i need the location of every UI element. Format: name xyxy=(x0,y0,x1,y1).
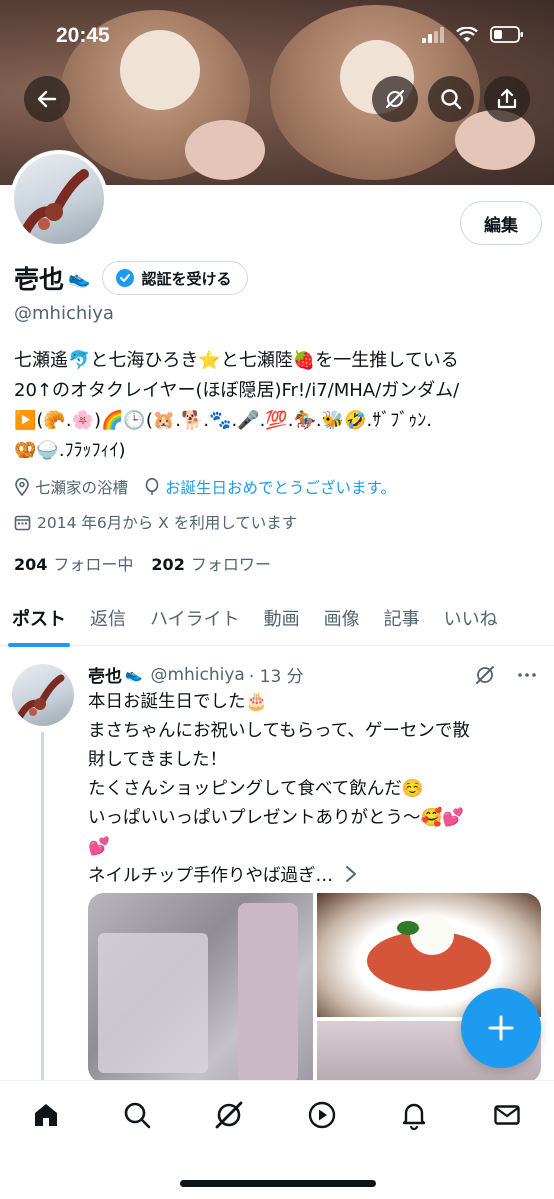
mail-icon xyxy=(494,1105,520,1125)
post-actions xyxy=(474,664,538,686)
wifi-icon xyxy=(456,26,478,42)
profile-meta: 七瀬家の浴槽 お誕生日おめでとうございます。 xyxy=(14,476,396,498)
media-photo-nails[interactable] xyxy=(88,893,313,1083)
name-emoji-icon: 👟 xyxy=(68,267,91,289)
tab-articles[interactable]: 記事 xyxy=(372,590,432,646)
bio-line: 🥨🍚.ﾌﾗｯﾌｨｲ) xyxy=(14,440,126,461)
grok-icon xyxy=(385,89,405,109)
search-icon xyxy=(124,1102,151,1129)
tab-replies[interactable]: 返信 xyxy=(78,590,138,646)
follow-stats: 204 フォロー中 202 フォロワー xyxy=(14,551,271,575)
thread-line xyxy=(41,732,44,1082)
following-count: 204 xyxy=(14,555,48,574)
bell-icon xyxy=(402,1103,426,1130)
calendar-icon xyxy=(14,515,31,530)
tab-likes[interactable]: いいね xyxy=(432,590,510,646)
tab-highlights[interactable]: ハイライト xyxy=(138,590,252,646)
play-circle-icon xyxy=(308,1101,336,1129)
arrow-left-icon xyxy=(37,90,57,108)
signal-icon xyxy=(422,26,444,43)
search-button[interactable] xyxy=(428,76,474,122)
bio-line: 20↑のオタクレイヤー(ほぼ隠居)Fr!/i7/MHA/ガンダム/ xyxy=(14,380,460,401)
name-row: 壱也 👟 認証を受ける xyxy=(14,260,249,296)
nav-grok[interactable] xyxy=(209,1095,249,1135)
nav-search[interactable] xyxy=(117,1095,157,1135)
bio-line: 七瀬遙🐬と七海ひろき⭐と七瀬陸🍓を一生推している xyxy=(14,350,459,371)
avatar-image xyxy=(19,169,89,239)
avatar-image xyxy=(14,674,65,724)
compose-button[interactable] xyxy=(461,988,541,1068)
profile-tabs: ポスト 返信 ハイライト 動画 画像 記事 いいね xyxy=(0,590,554,647)
location: 七瀬家の浴槽 xyxy=(14,476,128,498)
grok-button[interactable] xyxy=(372,76,418,122)
verify-label: 認証を受ける xyxy=(141,269,232,288)
profile-handle: @mhichiya xyxy=(14,303,114,324)
post-text: 本日お誕生日でした🎂 まさちゃんにお祝いしてもらって、ゲーセンで散 財してきまし… xyxy=(88,688,538,891)
post-line: 💕 xyxy=(88,837,110,857)
more-options-icon[interactable] xyxy=(516,664,538,686)
status-icons xyxy=(422,26,524,43)
nav-notifications[interactable] xyxy=(394,1095,434,1135)
location-pin-icon xyxy=(15,478,29,496)
home-indicator xyxy=(180,1180,376,1187)
display-name: 壱也 xyxy=(14,265,65,294)
followers-label: フォロワー xyxy=(190,555,271,574)
followers-count: 202 xyxy=(151,555,185,574)
search-icon xyxy=(441,89,462,110)
following-label: フォロー中 xyxy=(53,555,134,574)
post-line: まさちゃんにお祝いしてもらって、ゲーセンで散 xyxy=(88,721,470,741)
battery-icon xyxy=(490,26,523,43)
edit-profile-button[interactable]: 編集 xyxy=(460,201,542,245)
post-line: 本日お誕生日でした🎂 xyxy=(88,692,268,712)
back-button[interactable] xyxy=(24,76,70,122)
get-verified-button[interactable]: 認証を受ける xyxy=(102,261,249,295)
followers-link[interactable]: 202 フォロワー xyxy=(151,551,270,575)
post-line: ネイルチップ手作りやば過ぎ… xyxy=(88,866,333,886)
status-bar: 20:45 xyxy=(0,0,554,70)
balloon-icon xyxy=(145,478,159,495)
profile-bio: 七瀬遙🐬と七海ひろき⭐と七瀬陸🍓を一生推している 20↑のオタクレイヤー(ほぼ隠… xyxy=(14,346,534,466)
tab-videos[interactable]: 動画 xyxy=(252,590,312,646)
plus-icon xyxy=(488,1015,514,1041)
post-time: · 13 分 xyxy=(248,667,304,687)
post-avatar[interactable] xyxy=(12,664,74,726)
grok-icon xyxy=(215,1101,243,1129)
post-author-handle: @mhichiya xyxy=(150,664,245,685)
verified-badge-icon xyxy=(116,269,135,287)
nav-messages[interactable] xyxy=(487,1095,527,1135)
tab-posts[interactable]: ポスト xyxy=(0,590,78,647)
profile-avatar[interactable] xyxy=(10,150,108,248)
post-line: 財してきました！ xyxy=(88,750,227,770)
nav-home[interactable] xyxy=(26,1095,66,1135)
join-date: 2014 年6月から X を利用しています xyxy=(14,511,297,533)
chevron-right-icon[interactable] xyxy=(344,864,358,884)
join-text: 2014 年6月から X を利用しています xyxy=(37,514,298,532)
post-line: たくさんショッピングして食べて飲んだ☺️ xyxy=(88,779,424,799)
website[interactable]: お誕生日おめでとうございます。 xyxy=(144,476,396,498)
location-text: 七瀬家の浴槽 xyxy=(35,479,129,497)
tab-photos[interactable]: 画像 xyxy=(312,590,372,646)
home-icon xyxy=(35,1104,57,1126)
post-author-name[interactable]: 壱也 xyxy=(88,662,122,687)
following-link[interactable]: 204 フォロー中 xyxy=(14,551,133,575)
name-emoji-icon: 👟 xyxy=(125,666,143,683)
post-header: 壱也 👟 @mhichiya · 13 分 xyxy=(88,662,304,688)
status-time: 20:45 xyxy=(56,24,110,47)
post-line: いっぱいいっぱいプレゼントありがとう〜🥰💕 xyxy=(88,808,465,828)
website-link[interactable]: お誕生日おめでとうございます。 xyxy=(165,476,396,498)
share-icon xyxy=(497,88,517,109)
share-button[interactable] xyxy=(484,76,530,122)
bio-line: ▶️(🥐.🌸)🌈🕒(🐹.🐕.🐾.🎤.💯.🏇.🐝🤣.ｻﾞﾌﾞｩﾝ. xyxy=(14,410,432,431)
grok-icon[interactable] xyxy=(474,664,496,686)
nav-video[interactable] xyxy=(302,1095,342,1135)
